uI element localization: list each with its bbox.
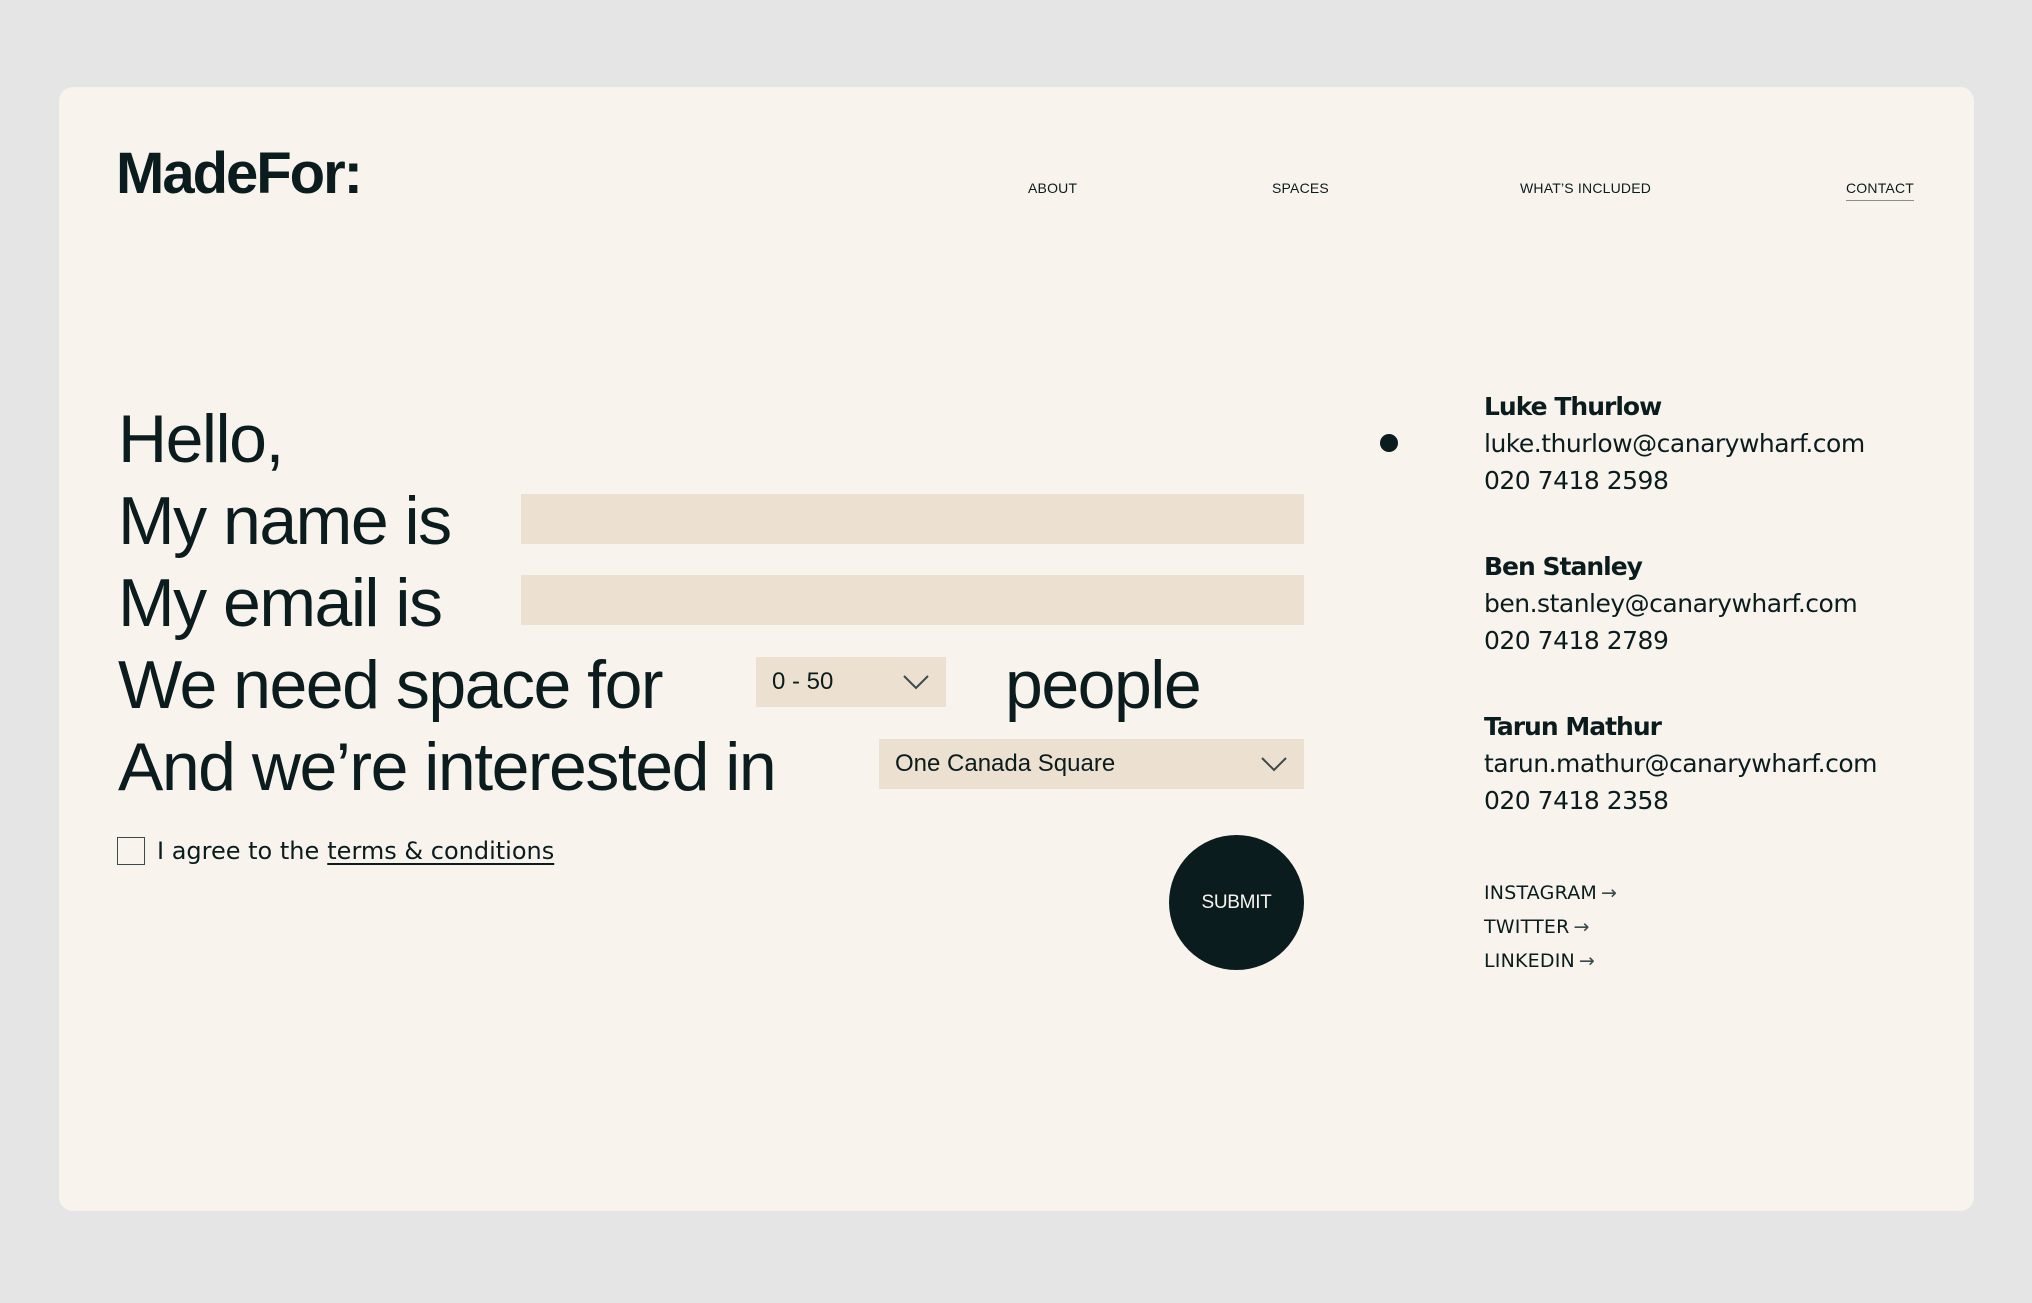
social-links: INSTAGRAM → TWITTER → LINKEDIN → [1484,876,1617,978]
email-input[interactable] [521,575,1304,625]
people-suffix: people [1005,647,1202,723]
location-select[interactable]: One Canada Square [879,739,1304,789]
contact-email[interactable]: luke.thurlow@canarywharf.com [1484,425,1865,462]
space-label: We need space for [118,647,664,723]
contact-phone[interactable]: 020 7418 2789 [1484,622,1857,659]
contact-phone[interactable]: 020 7418 2598 [1484,462,1865,499]
contact-name: Tarun Mathur [1484,712,1662,741]
greeting-text: Hello, [118,401,284,477]
submit-button[interactable]: SUBMIT [1169,835,1304,970]
arrow-right-icon: → [1573,916,1590,938]
social-link-twitter[interactable]: TWITTER → [1484,910,1617,944]
social-link-instagram[interactable]: INSTAGRAM → [1484,876,1617,910]
chevron-down-icon [903,675,929,690]
terms-link[interactable]: terms & conditions [327,837,554,865]
email-label: My email is [118,565,443,641]
contact-name: Luke Thurlow [1484,392,1662,421]
nav-spaces[interactable]: SPACES [1272,180,1329,196]
agree-checkbox[interactable] [117,837,145,865]
nav-contact[interactable]: CONTACT [1846,180,1915,201]
name-label: My name is [118,483,452,559]
chevron-down-icon [1261,757,1287,772]
arrow-right-icon: → [1601,882,1618,904]
contact-phone[interactable]: 020 7418 2358 [1484,782,1877,819]
social-label: TWITTER [1484,916,1570,938]
contact-email[interactable]: ben.stanley@canarywharf.com [1484,585,1858,622]
social-label: LINKEDIN [1484,950,1575,972]
name-input[interactable] [521,494,1304,544]
contact-email[interactable]: tarun.mathur@canarywharf.com [1484,745,1878,782]
location-select-value: One Canada Square [895,750,1116,777]
brand-logo[interactable]: MadeFor: [116,140,363,207]
agree-text: I agree to the [157,837,320,865]
interest-label: And we’re interested in [118,729,777,805]
social-link-linkedin[interactable]: LINKEDIN → [1484,944,1617,978]
people-select-value: 0 - 50 [772,668,834,695]
indicator-dot [1380,434,1398,452]
contact-entry: Luke Thurlow luke.thurlow@canarywharf.co… [1484,388,1865,499]
terms-agreement: I agree to the terms & conditions [117,837,554,865]
people-select[interactable]: 0 - 50 [756,657,946,707]
contact-name: Ben Stanley [1484,552,1643,581]
nav-whats-included[interactable]: WHAT’S INCLUDED [1520,180,1651,196]
nav-about[interactable]: ABOUT [1028,180,1077,196]
social-label: INSTAGRAM [1484,882,1598,904]
contact-entry: Tarun Mathur tarun.mathur@canarywharf.co… [1484,708,1878,819]
arrow-right-icon: → [1578,950,1596,972]
contact-entry: Ben Stanley ben.stanley@canarywharf.com … [1484,548,1858,659]
